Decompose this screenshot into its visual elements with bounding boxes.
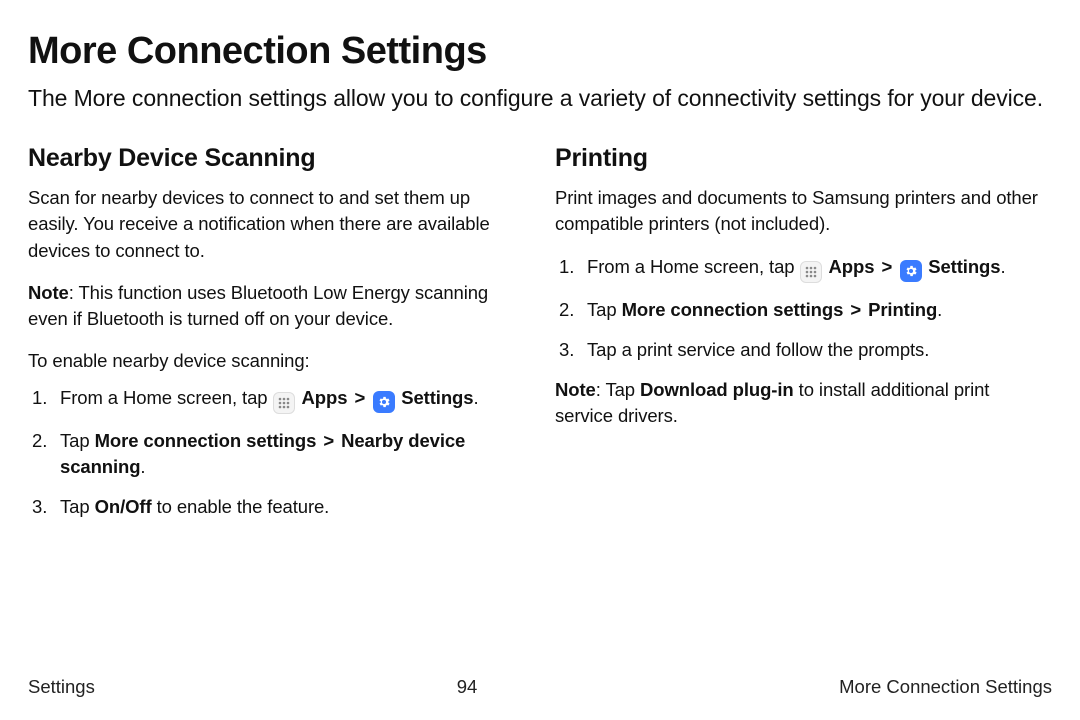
- nearby-step-2: Tap More connection settings > Nearby de…: [28, 428, 525, 481]
- chevron-icon: >: [881, 256, 892, 277]
- note-mid1: : Tap: [596, 379, 640, 400]
- chevron-icon: >: [323, 430, 334, 451]
- printing-steps: From a Home screen, tap Apps >: [555, 254, 1052, 364]
- settings-icon: [373, 391, 395, 413]
- nearby-step-1: From a Home screen, tap Apps >: [28, 385, 525, 414]
- two-column-layout: Nearby Device Scanning Scan for nearby d…: [28, 144, 1052, 534]
- bold-text: Printing: [868, 299, 937, 320]
- chevron-icon: >: [850, 299, 861, 320]
- apps-label: Apps: [302, 387, 348, 408]
- footer-right: More Connection Settings: [839, 676, 1052, 698]
- chevron-icon: >: [354, 387, 365, 408]
- nearby-note: Note: This function uses Bluetooth Low E…: [28, 280, 525, 333]
- note-label: Note: [555, 379, 596, 400]
- period: .: [140, 456, 145, 477]
- intro-text: The More connection settings allow you t…: [28, 83, 1052, 114]
- printing-step-1: From a Home screen, tap Apps >: [555, 254, 1052, 283]
- nearby-lead: To enable nearby device scanning:: [28, 348, 525, 374]
- note-label: Note: [28, 282, 69, 303]
- grid-icon: [805, 266, 817, 278]
- nearby-description: Scan for nearby devices to connect to an…: [28, 185, 525, 264]
- nearby-steps: From a Home screen, tap Apps >: [28, 385, 525, 521]
- printing-note: Note: Tap Download plug-in to install ad…: [555, 377, 1052, 430]
- printing-step-3: Tap a print service and follow the promp…: [555, 337, 1052, 363]
- apps-label: Apps: [829, 256, 875, 277]
- step-text: From a Home screen, tap: [60, 387, 272, 408]
- settings-label: Settings: [401, 387, 473, 408]
- step-text-post: to enable the feature.: [152, 496, 330, 517]
- settings-icon: [900, 260, 922, 282]
- gear-icon: [904, 264, 918, 278]
- bold-text: On/Off: [95, 496, 152, 517]
- manual-page: More Connection Settings The More connec…: [0, 0, 1080, 720]
- period: .: [473, 387, 478, 408]
- step-text: Tap: [60, 496, 95, 517]
- period: .: [1000, 256, 1005, 277]
- printing-step-2: Tap More connection settings > Printing.: [555, 297, 1052, 323]
- grid-icon: [278, 397, 290, 409]
- period: .: [937, 299, 942, 320]
- footer-left: Settings: [28, 676, 95, 698]
- page-title: More Connection Settings: [28, 30, 1052, 73]
- bold-text: More connection settings: [95, 430, 317, 451]
- column-printing: Printing Print images and documents to S…: [555, 144, 1052, 534]
- section-heading-nearby: Nearby Device Scanning: [28, 144, 525, 173]
- printing-description: Print images and documents to Samsung pr…: [555, 185, 1052, 238]
- section-heading-printing: Printing: [555, 144, 1052, 173]
- step-text: Tap: [60, 430, 95, 451]
- apps-icon: [800, 261, 822, 283]
- step-text: From a Home screen, tap: [587, 256, 799, 277]
- column-nearby-device-scanning: Nearby Device Scanning Scan for nearby d…: [28, 144, 525, 534]
- page-footer: Settings 94 More Connection Settings: [28, 676, 1052, 698]
- note-bold: Download plug-in: [640, 379, 794, 400]
- bold-text: More connection settings: [622, 299, 844, 320]
- footer-page-number: 94: [457, 676, 478, 698]
- step-text: Tap: [587, 299, 622, 320]
- note-body: : This function uses Bluetooth Low Energ…: [28, 282, 488, 329]
- apps-icon: [273, 392, 295, 414]
- nearby-step-3: Tap On/Off to enable the feature.: [28, 494, 525, 520]
- gear-icon: [377, 395, 391, 409]
- settings-label: Settings: [928, 256, 1000, 277]
